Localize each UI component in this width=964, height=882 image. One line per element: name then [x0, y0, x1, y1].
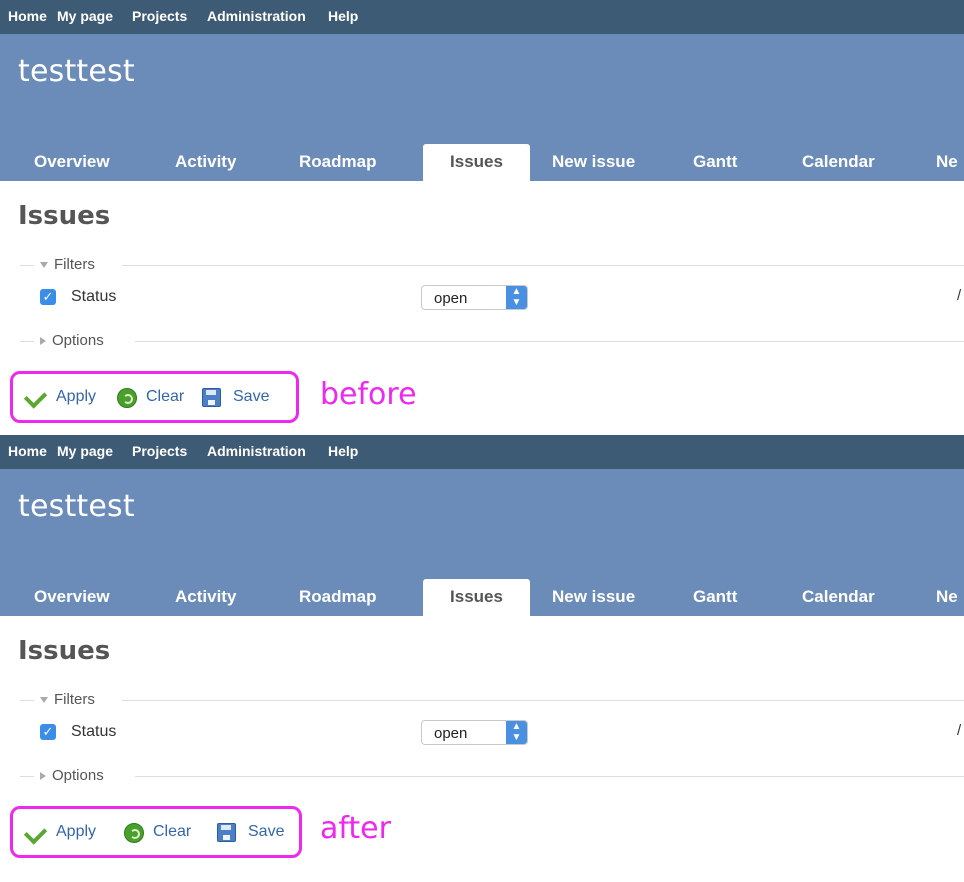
main-menu-tabs: Overview Activity Roadmap Issues New iss… [0, 579, 964, 616]
menu-home[interactable]: Home [8, 8, 47, 24]
annotation-after: after [320, 811, 391, 846]
project-title: testtest [18, 489, 135, 524]
checkbox-checked-icon[interactable]: ✓ [40, 724, 56, 740]
menu-administration[interactable]: Administration [207, 443, 306, 459]
page-title: Issues [18, 201, 111, 231]
filters-label: Filters [54, 691, 95, 708]
floppy-disk-icon [202, 388, 221, 407]
filters-toggle[interactable]: Filters [40, 691, 95, 708]
options-divider-left [20, 776, 34, 777]
expand-arrow-icon [40, 772, 46, 781]
status-filter-label: Status [71, 288, 117, 305]
tab-issues[interactable]: Issues [423, 144, 530, 181]
tab-roadmap[interactable]: Roadmap [299, 144, 376, 181]
menu-projects[interactable]: Projects [132, 443, 187, 459]
tab-issues[interactable]: Issues [423, 579, 530, 616]
top-menu: Home My page Projects Administration Hel… [0, 435, 964, 469]
menu-administration[interactable]: Administration [207, 8, 306, 24]
options-divider-right [135, 776, 964, 777]
apply-link[interactable]: Apply [56, 823, 96, 841]
main-menu-tabs: Overview Activity Roadmap Issues New iss… [0, 144, 964, 181]
save-link[interactable]: Save [233, 388, 269, 406]
tab-truncated[interactable]: Ne [936, 579, 958, 616]
menu-help[interactable]: Help [328, 443, 358, 459]
tab-new-issue[interactable]: New issue [552, 144, 635, 181]
apply-link[interactable]: Apply [56, 388, 96, 406]
project-header: testtest Overview Activity Roadmap Issue… [0, 34, 964, 181]
collapse-arrow-icon [40, 697, 48, 704]
page-title: Issues [18, 636, 111, 666]
clear-link[interactable]: Clear [146, 388, 184, 406]
tab-overview[interactable]: Overview [34, 579, 110, 616]
options-label: Options [52, 767, 104, 784]
filters-divider-left [20, 700, 34, 701]
options-divider-left [20, 341, 34, 342]
menu-my-page[interactable]: My page [57, 8, 113, 24]
project-title: testtest [18, 54, 135, 89]
menu-projects[interactable]: Projects [132, 8, 187, 24]
filters-toggle[interactable]: Filters [40, 256, 95, 273]
top-menu: Home My page Projects Administration Hel… [0, 0, 964, 34]
clear-link[interactable]: Clear [153, 823, 191, 841]
filters-divider-right [122, 700, 964, 701]
tab-activity[interactable]: Activity [175, 579, 236, 616]
options-label: Options [52, 332, 104, 349]
truncated-text: / [957, 722, 962, 739]
select-arrow-icon: ▲ ▼ [506, 286, 527, 309]
tab-gantt[interactable]: Gantt [693, 579, 737, 616]
screenshot-after: Home My page Projects Administration Hel… [0, 435, 964, 869]
project-header: testtest Overview Activity Roadmap Issue… [0, 469, 964, 616]
menu-home[interactable]: Home [8, 443, 47, 459]
tab-gantt[interactable]: Gantt [693, 144, 737, 181]
tab-truncated[interactable]: Ne [936, 144, 958, 181]
select-arrow-icon: ▲ ▼ [506, 721, 527, 744]
reload-icon [124, 823, 144, 843]
filters-divider-right [122, 265, 964, 266]
status-filter-label: Status [71, 723, 117, 740]
collapse-arrow-icon [40, 262, 48, 269]
floppy-disk-icon [217, 823, 236, 842]
tab-calendar[interactable]: Calendar [802, 579, 875, 616]
save-link[interactable]: Save [248, 823, 284, 841]
tab-calendar[interactable]: Calendar [802, 144, 875, 181]
options-divider-right [135, 341, 964, 342]
annotation-before: before [320, 377, 417, 412]
tab-overview[interactable]: Overview [34, 144, 110, 181]
truncated-text: / [957, 287, 962, 304]
select-value: open [434, 290, 468, 307]
menu-help[interactable]: Help [328, 8, 358, 24]
tab-roadmap[interactable]: Roadmap [299, 579, 376, 616]
menu-my-page[interactable]: My page [57, 443, 113, 459]
checkbox-checked-icon[interactable]: ✓ [40, 289, 56, 305]
options-toggle[interactable]: Options [40, 332, 104, 349]
status-operator-select[interactable]: open ▲ ▼ [421, 720, 528, 745]
select-value: open [434, 725, 468, 742]
tab-activity[interactable]: Activity [175, 144, 236, 181]
reload-icon [117, 388, 137, 408]
tab-new-issue[interactable]: New issue [552, 579, 635, 616]
filters-divider-left [20, 265, 34, 266]
status-operator-select[interactable]: open ▲ ▼ [421, 285, 528, 310]
filters-label: Filters [54, 256, 95, 273]
screenshot-before: Home My page Projects Administration Hel… [0, 0, 964, 434]
expand-arrow-icon [40, 337, 46, 346]
options-toggle[interactable]: Options [40, 767, 104, 784]
